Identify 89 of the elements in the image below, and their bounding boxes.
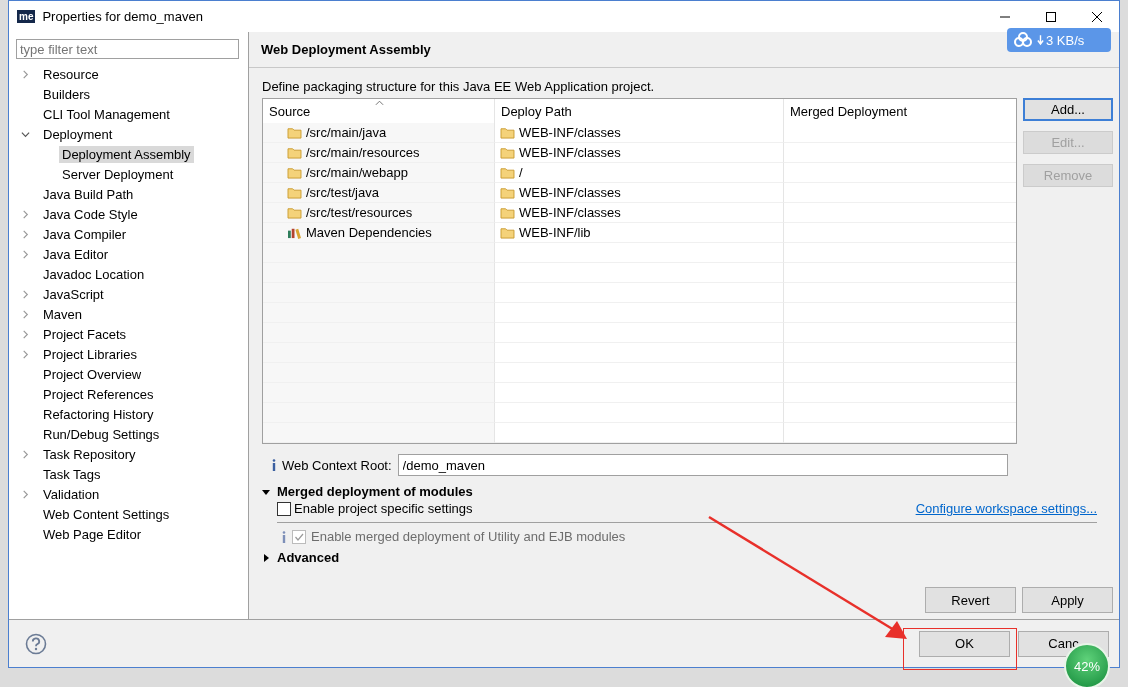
tree-item[interactable]: Project References (40, 385, 157, 403)
folder-icon (287, 206, 302, 219)
table-cell: /src/test/java (306, 185, 379, 200)
help-icon[interactable] (25, 632, 47, 655)
tree-item[interactable]: Run/Debug Settings (40, 425, 163, 443)
table-cell: WEB-INF/classes (519, 145, 621, 160)
folder-icon (287, 146, 302, 159)
page-button[interactable]: Revert (925, 587, 1016, 613)
info-icon (281, 530, 287, 543)
cloud-icon (1013, 32, 1033, 48)
tree-item[interactable]: Web Content Settings (40, 505, 173, 523)
maximize-icon[interactable] (1045, 10, 1057, 23)
tree-item[interactable]: JavaScript (40, 285, 107, 303)
dialog-button[interactable]: OK (919, 630, 1010, 657)
tree-item[interactable]: Javadoc Location (40, 265, 148, 283)
tree-item[interactable]: Maven (40, 305, 86, 323)
checkbox-label: Enable merged deployment of Utility and EJB modules (311, 529, 626, 544)
tree-item[interactable]: Server Deployment (59, 165, 177, 183)
table-cell: /src/main/webapp (306, 165, 408, 180)
tree-item[interactable]: Java Compiler (40, 225, 130, 243)
tree-item[interactable]: Java Build Path (40, 185, 137, 203)
tree-item[interactable]: Deployment Assembly (59, 145, 194, 163)
chevron-right-icon[interactable] (21, 329, 30, 339)
tree-item[interactable]: Deployment (40, 125, 116, 143)
chevron-right-icon[interactable] (21, 69, 30, 79)
triangle-down-icon[interactable] (262, 487, 270, 496)
tree-item[interactable]: Task Tags (40, 465, 104, 483)
window-title: Properties for demo_maven (42, 9, 203, 24)
table-cell: WEB-INF/lib (519, 225, 591, 240)
tree-item[interactable]: Validation (40, 485, 103, 503)
page-title: Web Deployment Assembly (261, 42, 431, 57)
tree-item[interactable]: Resource (40, 65, 102, 83)
folder-icon (500, 146, 515, 159)
chevron-right-icon[interactable] (21, 309, 30, 319)
context-root-field[interactable]: /demo_maven (397, 454, 1008, 476)
tree-item[interactable]: Project Libraries (40, 345, 140, 363)
table-action-button[interactable]: Add... (1023, 98, 1113, 121)
table-cell: WEB-INF/classes (519, 185, 621, 200)
chevron-right-icon[interactable] (21, 489, 30, 499)
tree-item[interactable]: Builders (40, 85, 93, 103)
table-cell: /src/test/resources (306, 205, 413, 220)
tree-item[interactable]: Java Code Style (40, 205, 141, 223)
folder-icon (287, 166, 302, 179)
checkbox[interactable] (277, 501, 291, 516)
tree-item[interactable]: Java Editor (40, 245, 112, 263)
chevron-right-icon[interactable] (21, 209, 30, 219)
column-header[interactable]: Merged Deployment (790, 103, 908, 119)
section-title[interactable]: Merged deployment of modules (277, 484, 473, 499)
chevron-right-icon[interactable] (21, 229, 30, 239)
download-speed: 3 KB/s (1046, 32, 1085, 48)
books-icon (287, 226, 302, 239)
filter-field[interactable]: type filter text (16, 39, 239, 59)
folder-icon (287, 186, 302, 199)
settings-link[interactable]: Configure workspace settings... (915, 501, 1097, 516)
column-header[interactable]: Deploy Path (501, 103, 572, 119)
folder-icon (500, 186, 515, 199)
folder-icon (500, 126, 515, 139)
chevron-right-icon[interactable] (21, 249, 30, 259)
table-cell: Maven Dependencies (306, 225, 432, 240)
folder-icon (500, 166, 515, 179)
folder-icon (287, 126, 302, 139)
tree-item[interactable]: Task Repository (40, 445, 139, 463)
table-cell: /src/main/java (306, 125, 387, 140)
tree-item[interactable]: Project Overview (40, 365, 145, 383)
folder-icon (500, 206, 515, 219)
app-logo: me (17, 10, 36, 23)
tree-item[interactable]: CLI Tool Management (40, 105, 173, 123)
triangle-right-icon[interactable] (262, 553, 270, 562)
table-cell: WEB-INF/classes (519, 205, 621, 220)
tree-item[interactable]: Web Page Editor (40, 525, 145, 543)
section-title[interactable]: Advanced (277, 550, 340, 565)
tree-item[interactable]: Refactoring History (40, 405, 157, 423)
folder-icon (500, 226, 515, 239)
chevron-right-icon[interactable] (21, 449, 30, 459)
close-icon[interactable] (1091, 10, 1103, 23)
page-button[interactable]: Apply (1022, 587, 1113, 613)
table-cell: / (519, 165, 523, 180)
table-cell: /src/main/resources (306, 145, 420, 160)
download-arrow-icon (1037, 34, 1044, 46)
column-header[interactable]: Source (269, 103, 311, 119)
info-icon (271, 459, 277, 471)
checkbox-label: Enable project specific settings (294, 501, 473, 516)
description-text: Define packaging structure for this Java EE Web Application project. (262, 79, 656, 94)
chevron-right-icon[interactable] (21, 289, 30, 299)
chevron-down-icon[interactable] (21, 129, 30, 139)
chevron-right-icon[interactable] (21, 349, 30, 359)
tree-item[interactable]: Project Facets (40, 325, 130, 343)
field-label: Web Context Root: (282, 457, 392, 473)
table-cell: WEB-INF/classes (519, 125, 621, 140)
